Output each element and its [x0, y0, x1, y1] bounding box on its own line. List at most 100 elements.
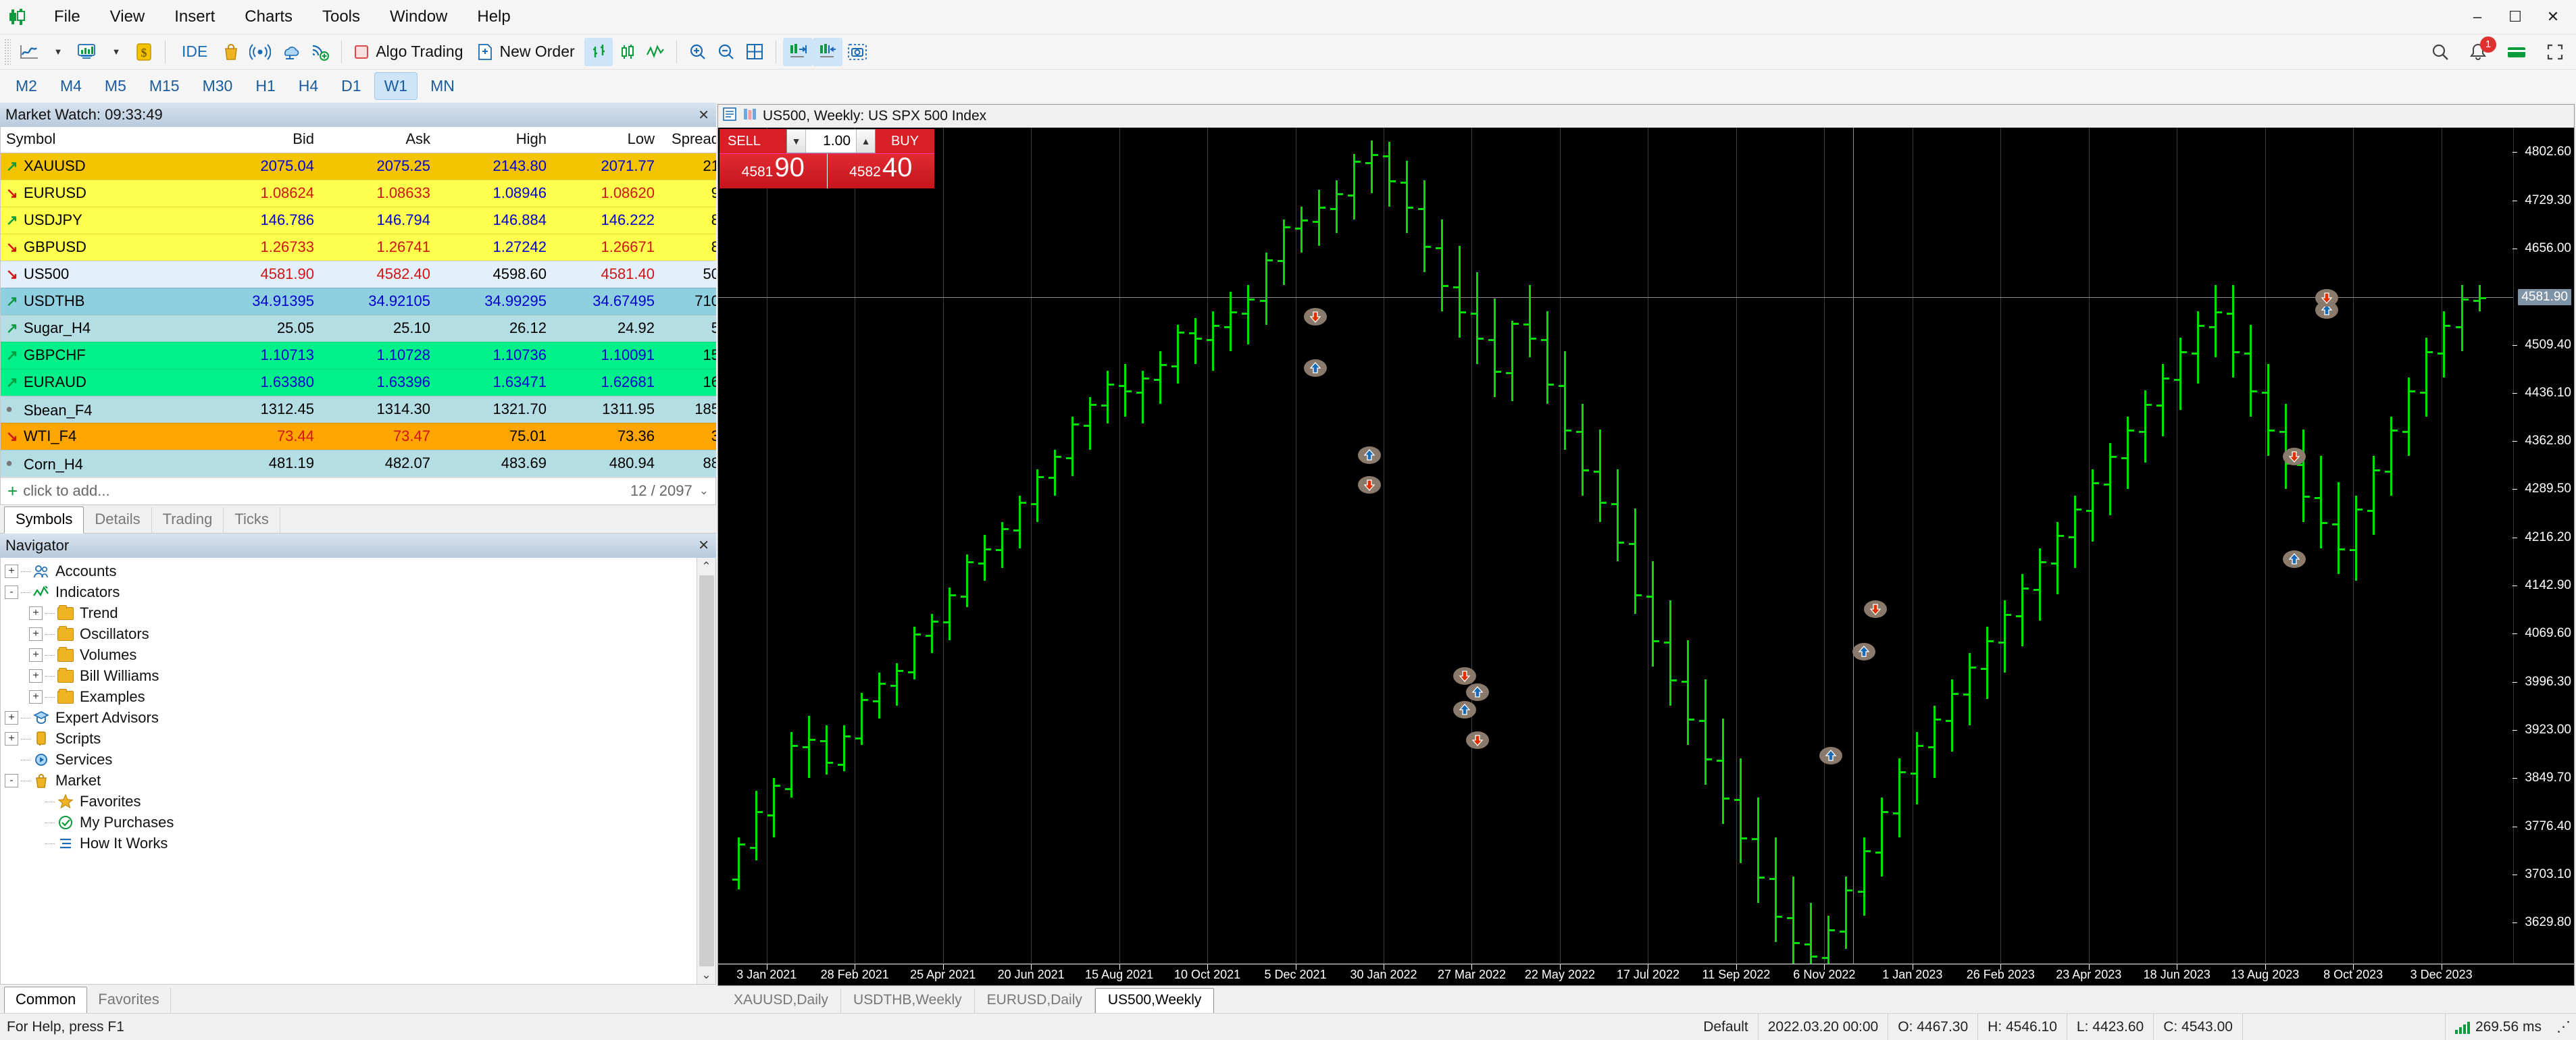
symbol-cell[interactable]: • Sbean_F4	[1, 396, 203, 423]
tab-details[interactable]: Details	[84, 506, 152, 533]
tree-toggle-expand-icon[interactable]: +	[5, 711, 18, 725]
market-watch-row[interactable]: ↘ GBPUSD 1.26733 1.26741 1.27242 1.26671 8	[1, 234, 725, 261]
nav-item-oscillators[interactable]: + Oscillators	[5, 624, 697, 645]
trade-marker-buy[interactable]	[1304, 359, 1328, 378]
status-profile[interactable]: Default	[1694, 1014, 1758, 1040]
scroll-down-icon[interactable]: ⌄	[699, 484, 709, 498]
tree-toggle-expand-icon[interactable]: +	[5, 732, 18, 746]
tab-favorites[interactable]: Favorites	[87, 987, 171, 1013]
scroll-thumb[interactable]	[699, 575, 714, 966]
scroll-down-icon[interactable]: ⌄	[701, 968, 711, 982]
tab-symbols[interactable]: Symbols	[4, 506, 84, 534]
symbol-cell[interactable]: ↘ US500	[1, 261, 203, 288]
scroll-up-icon[interactable]: ⌃	[701, 560, 711, 573]
timeframe-mn[interactable]: MN	[421, 73, 464, 99]
market-watch-row[interactable]: • Corn_H4 481.19 482.07 483.69 480.94 88	[1, 450, 725, 477]
dollar-icon[interactable]: $	[130, 38, 158, 66]
symbol-cell[interactable]: • Corn_H4	[1, 450, 203, 477]
market-watch-row[interactable]: ↗ GBPCHF 1.10713 1.10728 1.10736 1.10091 15	[1, 342, 725, 369]
buy-price-button[interactable]: 4582 40	[827, 153, 934, 188]
menu-item-view[interactable]: View	[95, 3, 160, 30]
cloud-icon[interactable]	[275, 38, 305, 66]
volume-value[interactable]: 1.00	[806, 130, 856, 153]
tree-toggle-expand-icon[interactable]: +	[29, 627, 43, 641]
nav-item-expert-advisors[interactable]: + Expert Advisors	[5, 708, 697, 729]
market-watch-row[interactable]: ↗ USDJPY 146.786 146.794 146.884 146.222 8	[1, 207, 725, 234]
chart-shift-icon[interactable]	[782, 37, 813, 66]
menu-item-help[interactable]: Help	[462, 3, 525, 30]
nav-item-examples[interactable]: + Examples	[5, 687, 697, 708]
close-button[interactable]: ✕	[2534, 1, 2572, 32]
volume-increment-button[interactable]: ▲	[856, 130, 875, 153]
menu-item-insert[interactable]: Insert	[159, 3, 230, 30]
market-watch-row[interactable]: ↘ US500 4581.90 4582.40 4598.60 4581.40 50	[1, 261, 725, 288]
chart-tab-xauusd-daily[interactable]: XAUUSD,Daily	[722, 989, 842, 1013]
timeframe-m30[interactable]: M30	[193, 73, 243, 99]
column-header-ask[interactable]: Ask	[320, 127, 436, 153]
price-axis[interactable]: 4802.60 4729.30 4656.00 4581.90 4509.40 4436.…	[2513, 128, 2574, 964]
column-header-low[interactable]: Low	[552, 127, 660, 153]
nav-item-bill-williams[interactable]: + Bill Williams	[5, 666, 697, 687]
symbol-cell[interactable]: ↗ USDJPY	[1, 207, 203, 234]
nav-item-accounts[interactable]: + Accounts	[5, 561, 697, 582]
timeframe-w1[interactable]: W1	[374, 72, 418, 100]
candlestick-icon[interactable]	[613, 38, 641, 66]
symbol-cell[interactable]: ↘ GBPUSD	[1, 234, 203, 261]
market-watch-row[interactable]: ↘ WTI_F4 73.44 73.47 75.01 73.36 3	[1, 423, 725, 450]
toolbar-grip[interactable]	[4, 38, 11, 66]
timeframe-m4[interactable]: M4	[51, 73, 91, 99]
trade-marker-buy[interactable]	[1453, 701, 1476, 719]
market-watch-add-row[interactable]: + click to add... 12 / 2097 ⌄	[1, 477, 715, 504]
sell-price-button[interactable]: 4581 90	[719, 153, 828, 188]
market-bag-icon[interactable]	[217, 38, 245, 66]
nav-item-market[interactable]: - Market	[5, 771, 697, 791]
maximize-button[interactable]: ☐	[2496, 1, 2534, 32]
navigator-close-icon[interactable]: ✕	[698, 537, 709, 554]
trade-marker-sell[interactable]	[1453, 667, 1476, 685]
symbol-cell[interactable]: ↗ GBPCHF	[1, 342, 203, 369]
new-order-button[interactable]: New Order	[472, 38, 584, 66]
trade-marker-buy[interactable]	[1852, 642, 1875, 660]
chart-plot-area[interactable]: SELL ▼ 1.00 ▲ BUY 4581 90 4582 40 4802.6…	[718, 128, 2574, 964]
trade-marker-buy[interactable]	[1466, 683, 1489, 701]
timeframe-m2[interactable]: M2	[6, 73, 47, 99]
trade-marker-sell[interactable]	[2315, 288, 2339, 307]
menu-item-window[interactable]: Window	[375, 3, 462, 30]
market-watch-row[interactable]: ↗ XAUUSD 2075.04 2075.25 2143.80 2071.77 21	[1, 153, 725, 180]
ide-button[interactable]: IDE	[172, 38, 217, 66]
tile-windows-icon[interactable]	[740, 38, 769, 66]
timeframe-d1[interactable]: D1	[332, 73, 370, 99]
nav-item-my-purchases[interactable]: My Purchases	[5, 812, 697, 833]
notifications-icon[interactable]: 1	[2464, 36, 2496, 66]
chart-menu-icon[interactable]	[722, 107, 737, 126]
zoom-in-icon[interactable]	[684, 38, 712, 66]
status-connection[interactable]: 269.56 ms	[2444, 1013, 2551, 1040]
chart-tab-us500-weekly[interactable]: US500,Weekly	[1094, 988, 1215, 1014]
market-watch-row[interactable]: • Sbean_F4 1312.45 1314.30 1321.70 1311.95 185	[1, 396, 725, 423]
column-header-high[interactable]: High	[436, 127, 552, 153]
tab-trading[interactable]: Trading	[152, 506, 224, 533]
resize-grip-icon[interactable]: ⋰	[2551, 1014, 2576, 1040]
nav-item-indicators[interactable]: - Indicators	[5, 582, 697, 603]
trade-marker-buy[interactable]	[2282, 550, 2306, 569]
symbol-cell[interactable]: ↘ EURUSD	[1, 180, 203, 207]
timeframe-m5[interactable]: M5	[95, 73, 136, 99]
tree-toggle-collapse-icon[interactable]: -	[5, 774, 18, 787]
minimize-button[interactable]: –	[2458, 1, 2496, 32]
menu-item-tools[interactable]: Tools	[307, 3, 375, 30]
search-icon[interactable]	[2426, 38, 2454, 66]
trade-marker-buy[interactable]	[1819, 747, 1843, 765]
tree-toggle-expand-icon[interactable]: +	[29, 606, 43, 620]
market-watch-row[interactable]: ↗ EURAUD 1.63380 1.63396 1.63471 1.62681 16	[1, 369, 725, 396]
zoom-out-icon[interactable]	[712, 38, 740, 66]
trade-marker-buy[interactable]	[1358, 446, 1382, 464]
volume-decrement-button[interactable]: ▼	[787, 130, 806, 153]
vps-icon[interactable]	[305, 38, 334, 66]
symbol-cell[interactable]: ↗ EURAUD	[1, 369, 203, 396]
signals-icon[interactable]	[245, 38, 275, 66]
trade-marker-sell[interactable]	[1304, 308, 1328, 326]
column-header-bid[interactable]: Bid	[203, 127, 320, 153]
sell-label[interactable]: SELL	[719, 129, 786, 153]
column-header-symbol[interactable]: Symbol	[1, 127, 203, 153]
market-watch-row[interactable]: ↘ EURUSD 1.08624 1.08633 1.08946 1.08620 9	[1, 180, 725, 207]
